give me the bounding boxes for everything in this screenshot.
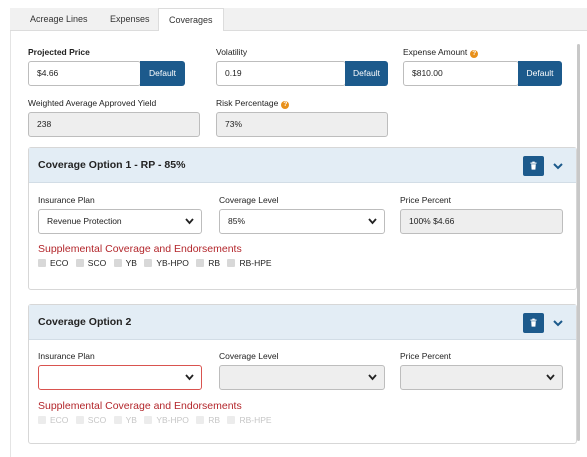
- expense-amount-default-button[interactable]: Default: [518, 61, 562, 86]
- insurance-plan-select[interactable]: Revenue Protection: [38, 209, 202, 234]
- checkbox-box: [113, 416, 122, 424]
- tab-bar: Acreage Lines Expenses Coverages: [10, 8, 587, 32]
- checkbox-box: [75, 416, 84, 424]
- coverage-level-label: Coverage Level: [219, 195, 279, 205]
- checkbox-box: [196, 416, 205, 424]
- risk-percentage-label: Risk Percentage?: [216, 98, 290, 109]
- checkbox-box: [144, 416, 153, 424]
- checkbox-box: [227, 259, 236, 267]
- projected-price-label: Projected Price: [28, 47, 90, 57]
- coverage-level-select[interactable]: [219, 365, 385, 390]
- endorsement-label: RB-HPE: [239, 258, 272, 268]
- checkbox-box: [196, 259, 205, 267]
- endorsement-sco-checkbox[interactable]: SCO: [75, 258, 107, 268]
- price-percent-select[interactable]: [400, 365, 563, 390]
- caret-down-icon: [185, 218, 194, 225]
- checkbox-box: [144, 259, 153, 267]
- tab-acreage-lines[interactable]: Acreage Lines: [20, 8, 98, 31]
- coverage-level-label: Coverage Level: [219, 351, 279, 361]
- endorsement-checkboxes: ECO SCO YB YB-HPO RB RB-HPE: [38, 415, 277, 426]
- endorsement-checkboxes: ECO SCO YB YB-HPO RB RB-HPE: [38, 258, 277, 269]
- insurance-plan-select[interactable]: [38, 365, 202, 390]
- coverage-option-card: Coverage Option 1 - RP - 85% Insurance P…: [28, 147, 577, 290]
- tab-coverages[interactable]: Coverages: [158, 8, 224, 32]
- checkbox-box: [38, 416, 46, 424]
- endorsement-rb-checkbox[interactable]: RB: [196, 258, 220, 268]
- volatility-label: Volatility: [216, 47, 248, 57]
- projected-price-default-button[interactable]: Default: [140, 61, 185, 86]
- chevron-down-icon[interactable]: [551, 159, 565, 173]
- risk-percentage-field: 73%: [216, 112, 388, 137]
- endorsement-label: YB-HPO: [156, 415, 189, 425]
- caret-down-icon: [185, 374, 194, 381]
- expense-amount-label-text: Expense Amount: [403, 47, 468, 57]
- weighted-yield-label: Weighted Average Approved Yield: [28, 98, 157, 108]
- scrollbar[interactable]: [577, 44, 580, 441]
- coverage-option-header[interactable]: Coverage Option 2: [29, 305, 576, 340]
- endorsement-yb-hpo-checkbox[interactable]: YB-HPO: [144, 258, 189, 268]
- endorsement-eco-checkbox[interactable]: ECO: [38, 415, 68, 425]
- question-circle-icon[interactable]: ?: [281, 101, 290, 109]
- trash-icon: [530, 318, 537, 327]
- weighted-yield-field: 238: [28, 112, 200, 137]
- endorsement-label: YB: [125, 258, 137, 268]
- caret-down-icon: [546, 374, 555, 381]
- coverage-option-header[interactable]: Coverage Option 1 - RP - 85%: [29, 148, 576, 183]
- volatility-default-button[interactable]: Default: [345, 61, 388, 86]
- coverage-option-card: Coverage Option 2 Insurance Plan Coverag…: [28, 304, 577, 444]
- endorsement-yb-checkbox[interactable]: YB: [113, 258, 137, 268]
- projected-price-input[interactable]: $4.66: [28, 61, 141, 86]
- caret-down-icon: [368, 374, 377, 381]
- tab-expenses[interactable]: Expenses: [100, 8, 160, 31]
- coverage-option-title: Coverage Option 2: [38, 316, 132, 328]
- endorsement-label: RB-HPE: [239, 415, 272, 425]
- endorsement-rb-hpe-checkbox[interactable]: RB-HPE: [227, 415, 272, 425]
- supplemental-title: Supplemental Coverage and Endorsements: [38, 243, 242, 255]
- expense-amount-input[interactable]: $810.00: [403, 61, 519, 86]
- endorsement-label: ECO: [50, 258, 69, 268]
- endorsement-rb-checkbox[interactable]: RB: [196, 415, 220, 425]
- coverage-level-value: 85%: [228, 216, 246, 226]
- volatility-input[interactable]: 0.19: [216, 61, 346, 86]
- endorsement-yb-hpo-checkbox[interactable]: YB-HPO: [144, 415, 189, 425]
- endorsement-label: SCO: [87, 258, 107, 268]
- endorsement-label: YB: [125, 415, 137, 425]
- checkbox-box: [227, 416, 236, 424]
- insurance-plan-label: Insurance Plan: [38, 195, 95, 205]
- coverage-option-title: Coverage Option 1 - RP - 85%: [38, 159, 186, 171]
- endorsement-label: YB-HPO: [156, 258, 189, 268]
- endorsement-eco-checkbox[interactable]: ECO: [38, 258, 68, 268]
- endorsement-label: ECO: [50, 415, 69, 425]
- coverage-level-select[interactable]: 85%: [219, 209, 385, 234]
- checkbox-box: [38, 259, 46, 267]
- insurance-plan-value: Revenue Protection: [47, 216, 122, 226]
- chevron-down-icon[interactable]: [551, 316, 565, 330]
- price-percent-label: Price Percent: [400, 351, 452, 361]
- endorsement-yb-checkbox[interactable]: YB: [113, 415, 137, 425]
- caret-down-icon: [368, 218, 377, 225]
- price-percent-label: Price Percent: [400, 195, 452, 205]
- trash-icon: [530, 161, 537, 170]
- supplemental-title: Supplemental Coverage and Endorsements: [38, 400, 242, 412]
- endorsement-label: SCO: [87, 415, 107, 425]
- question-circle-icon[interactable]: ?: [470, 50, 479, 58]
- delete-coverage-button[interactable]: [523, 313, 544, 333]
- endorsement-rb-hpe-checkbox[interactable]: RB-HPE: [227, 258, 272, 268]
- risk-percentage-label-text: Risk Percentage: [216, 98, 279, 108]
- delete-coverage-button[interactable]: [523, 156, 544, 176]
- checkbox-box: [113, 259, 122, 267]
- insurance-plan-label: Insurance Plan: [38, 351, 95, 361]
- checkbox-box: [75, 259, 84, 267]
- endorsement-label: RB: [208, 258, 221, 268]
- endorsement-sco-checkbox[interactable]: SCO: [75, 415, 107, 425]
- price-percent-field: 100% $4.66: [400, 209, 563, 234]
- expense-amount-label: Expense Amount?: [403, 47, 479, 58]
- endorsement-label: RB: [208, 415, 221, 425]
